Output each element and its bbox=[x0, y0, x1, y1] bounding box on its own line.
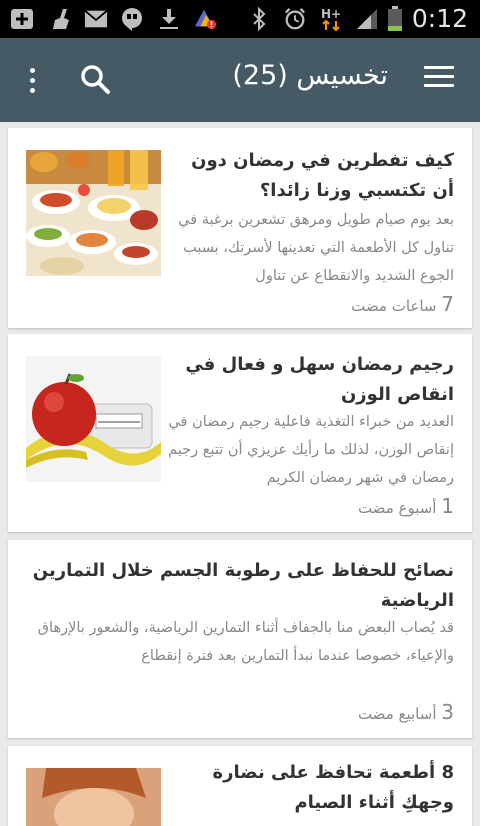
alarm-icon bbox=[283, 8, 307, 30]
time-number: 3 bbox=[441, 700, 454, 724]
article-time: 1 أسبوع مضت bbox=[358, 494, 454, 518]
time-unit: أسبوع مضت bbox=[357, 499, 437, 517]
menu-icon-line bbox=[424, 84, 454, 87]
article-card[interactable]: نصائح للحفاظ على رطوبة الجسم خلال التمار… bbox=[8, 540, 472, 738]
time-unit: أسابيع مضت bbox=[357, 705, 437, 723]
search-icon bbox=[81, 65, 110, 94]
menu-icon-line bbox=[424, 66, 454, 69]
apple-scale-image bbox=[26, 356, 161, 482]
article-title: نصائح للحفاظ على رطوبة الجسم خلال التمار… bbox=[32, 560, 454, 611]
article-card[interactable]: 8 أطعمة تحافظ على نضارة وجهكِ أثناء الصي… bbox=[8, 746, 472, 826]
time-unit: ساعات مضت bbox=[351, 297, 437, 315]
page-title: تخسيس (25) bbox=[232, 60, 388, 91]
breakfast-food-image bbox=[26, 150, 161, 276]
more-vert-icon bbox=[29, 78, 35, 83]
mail-icon bbox=[84, 8, 108, 30]
article-excerpt: قد يُصاب البعض منا بالجفاف أثناء التماري… bbox=[37, 620, 454, 664]
svg-text:H+: H+ bbox=[321, 7, 341, 21]
hangouts-icon bbox=[120, 8, 144, 31]
overflow-menu-button[interactable] bbox=[22, 64, 42, 96]
article-card[interactable]: رجيم رمضان سهل و فعال في انقاص الوزن الع… bbox=[8, 334, 472, 532]
time-number: 7 bbox=[441, 292, 454, 316]
more-vert-icon bbox=[29, 88, 35, 93]
article-title: رجيم رمضان سهل و فعال في انقاص الوزن bbox=[185, 354, 454, 405]
status-bar: H+ 0:12 bbox=[0, 0, 480, 38]
article-excerpt: العديد من خبراء التغذية فاعلية رجيم رمضا… bbox=[168, 414, 454, 486]
update-alert-icon bbox=[193, 8, 217, 30]
article-excerpt: بعد يوم صيام طويل ومرهق تشعرين برغبة في … bbox=[178, 212, 454, 284]
article-time: 3 أسابيع مضت bbox=[358, 700, 454, 724]
cleaner-icon bbox=[49, 8, 73, 30]
article-time: 7 ساعات مضت bbox=[351, 292, 454, 316]
search-button[interactable] bbox=[80, 64, 112, 96]
more-vert-icon bbox=[29, 68, 35, 73]
article-title: كيف تفطرين في رمضان دون أن تكتسبي وزنا ز… bbox=[191, 150, 454, 201]
hplus-data-icon: H+ bbox=[319, 7, 347, 32]
clock-time: 0:12 bbox=[411, 4, 468, 33]
woman-face-image bbox=[26, 768, 161, 826]
article-card[interactable]: كيف تفطرين في رمضان دون أن تكتسبي وزنا ز… bbox=[8, 128, 472, 328]
bluetooth-icon bbox=[247, 7, 271, 31]
download-icon bbox=[157, 8, 181, 30]
article-title: 8 أطعمة تحافظ على نضارة وجهكِ أثناء الصي… bbox=[212, 762, 454, 813]
menu-icon-line bbox=[424, 75, 454, 78]
menu-button[interactable] bbox=[424, 66, 454, 90]
battery-icon bbox=[386, 6, 404, 31]
app-bar: تخسيس (25) bbox=[0, 38, 480, 122]
signal-icon bbox=[355, 8, 379, 30]
time-number: 1 bbox=[441, 494, 454, 518]
add-box-icon bbox=[10, 8, 34, 30]
